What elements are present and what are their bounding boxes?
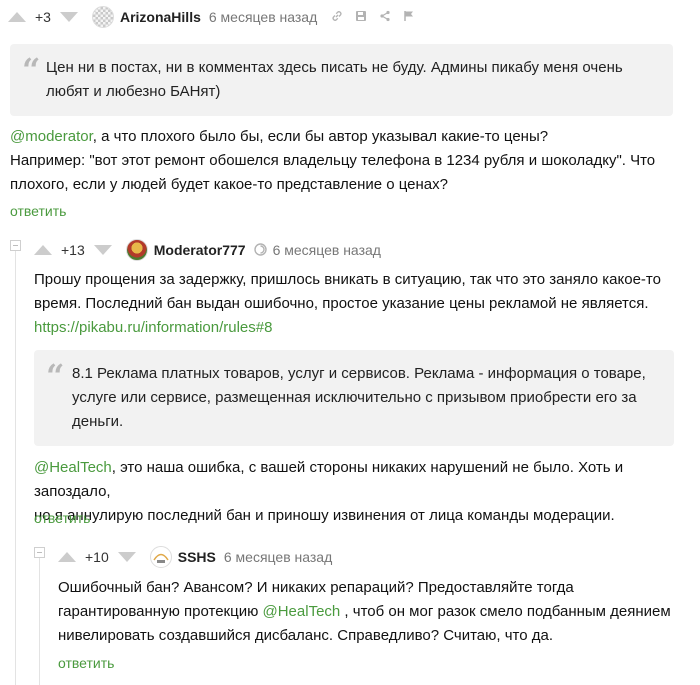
comment-line: Прошу прощения за задержку, пришлось вни… — [34, 271, 661, 288]
comment-thread: +3 ArizonaHills 6 месяцев назад “ Цен ни… — [0, 0, 700, 685]
comment-line: время. Последний бан выдан ошибочно, про… — [34, 295, 649, 312]
comment-body: Прошу прощения за задержку, пришлось вни… — [34, 268, 690, 340]
comment-text: гарантированную протекцию — [58, 603, 263, 620]
link-icon[interactable] — [331, 10, 343, 24]
reply-button[interactable]: ответить — [58, 655, 114, 671]
comment-header: +13 Moderator777 6 месяцев назад — [34, 239, 381, 261]
comment-line: но я аннулирую последний бан и приношу и… — [34, 507, 615, 524]
quote-mark-icon: “ — [46, 357, 65, 395]
avatar[interactable] — [125, 239, 148, 261]
comment-rating: +3 — [35, 9, 51, 25]
quote-line: 8.1 Реклама платных товаров, услуг и сер… — [72, 365, 646, 382]
reply-button[interactable]: ответить — [34, 510, 90, 526]
quote-mark-icon: “ — [22, 51, 41, 89]
comment-body: @HealTech, это наша ошибка, с вашей стор… — [34, 456, 690, 528]
comment-line: нивелировать создавшийся дисбаланс. Спра… — [58, 627, 554, 644]
comment-author[interactable]: ArizonaHills — [120, 9, 201, 25]
quote-line: деньги. — [72, 413, 124, 430]
comment-line: Ошибочный бан? Авансом? И никаких репара… — [58, 579, 574, 596]
comment-text: , чтоб он мог разок смело подбанным деян… — [340, 603, 671, 620]
collapse-thread-icon[interactable] — [10, 240, 21, 251]
collapse-thread-icon[interactable] — [34, 547, 45, 558]
comment-line: гарантированную протекцию @HealTech , чт… — [58, 600, 690, 624]
downvote-arrow-icon[interactable] — [59, 12, 78, 22]
comment-line: плохого, если у людей будет какое-то пре… — [10, 176, 448, 193]
comment-author[interactable]: Moderator777 — [154, 242, 246, 258]
comment-line: @HealTech, это наша ошибка, с вашей стор… — [34, 456, 690, 504]
quote-block: “ 8.1 Реклама платных товаров, услуг и с… — [34, 350, 674, 446]
mention-link[interactable]: @moderator — [10, 128, 93, 145]
downvote-arrow-icon[interactable] — [93, 245, 112, 255]
upvote-arrow-icon[interactable] — [8, 12, 26, 22]
upvote-arrow-icon[interactable] — [58, 552, 76, 562]
quote-block: “ Цен ни в постах, ни в комментах здесь … — [10, 44, 673, 116]
comment-line: Например: "вот этот ремонт обошелся влад… — [10, 152, 656, 169]
comment-rating: +10 — [85, 549, 109, 565]
comment-text: , а что плохого было бы, если бы автор у… — [92, 128, 549, 145]
comment-author[interactable]: SSHS — [178, 549, 216, 565]
quote-line: услуге или сервисе, размещенная исключит… — [72, 389, 637, 406]
upvote-arrow-icon[interactable] — [34, 245, 52, 255]
comment-rating: +13 — [61, 242, 85, 258]
comment-header: +10 SSHS 6 месяцев назад — [58, 546, 332, 568]
comment-body: Ошибочный бан? Авансом? И никаких репара… — [58, 576, 690, 648]
comment-time[interactable]: 6 месяцев назад — [273, 242, 381, 258]
avatar[interactable] — [149, 546, 172, 568]
thread-branch-line[interactable] — [39, 553, 40, 685]
comment-line: @moderator, а что плохого было бы, если … — [10, 125, 690, 149]
mention-link[interactable]: @HealTech — [34, 459, 112, 476]
quote-text: Цен ни в постах, ни в комментах здесь пи… — [46, 59, 623, 100]
comment-body: @moderator, а что плохого было бы, если … — [10, 125, 690, 197]
save-icon[interactable] — [355, 10, 367, 24]
avatar[interactable] — [91, 6, 114, 28]
quote-text: 8.1 Реклама платных товаров, услуг и сер… — [72, 362, 668, 434]
flag-icon[interactable] — [403, 10, 415, 24]
rules-link[interactable]: https://pikabu.ru/information/rules#8 — [34, 316, 690, 340]
downvote-arrow-icon[interactable] — [117, 552, 136, 562]
mention-link[interactable]: @HealTech — [263, 603, 341, 620]
comment-time[interactable]: 6 месяцев назад — [209, 9, 317, 25]
comment-time[interactable]: 6 месяцев назад — [224, 549, 332, 565]
share-icon[interactable] — [379, 10, 391, 24]
comment-header: +3 ArizonaHills 6 месяцев назад — [8, 6, 415, 28]
thread-branch-line[interactable] — [15, 246, 16, 685]
comment-text: , это наша ошибка, с вашей стороны никак… — [34, 459, 624, 500]
reply-button[interactable]: ответить — [10, 203, 66, 219]
moderator-badge-icon — [253, 242, 267, 258]
